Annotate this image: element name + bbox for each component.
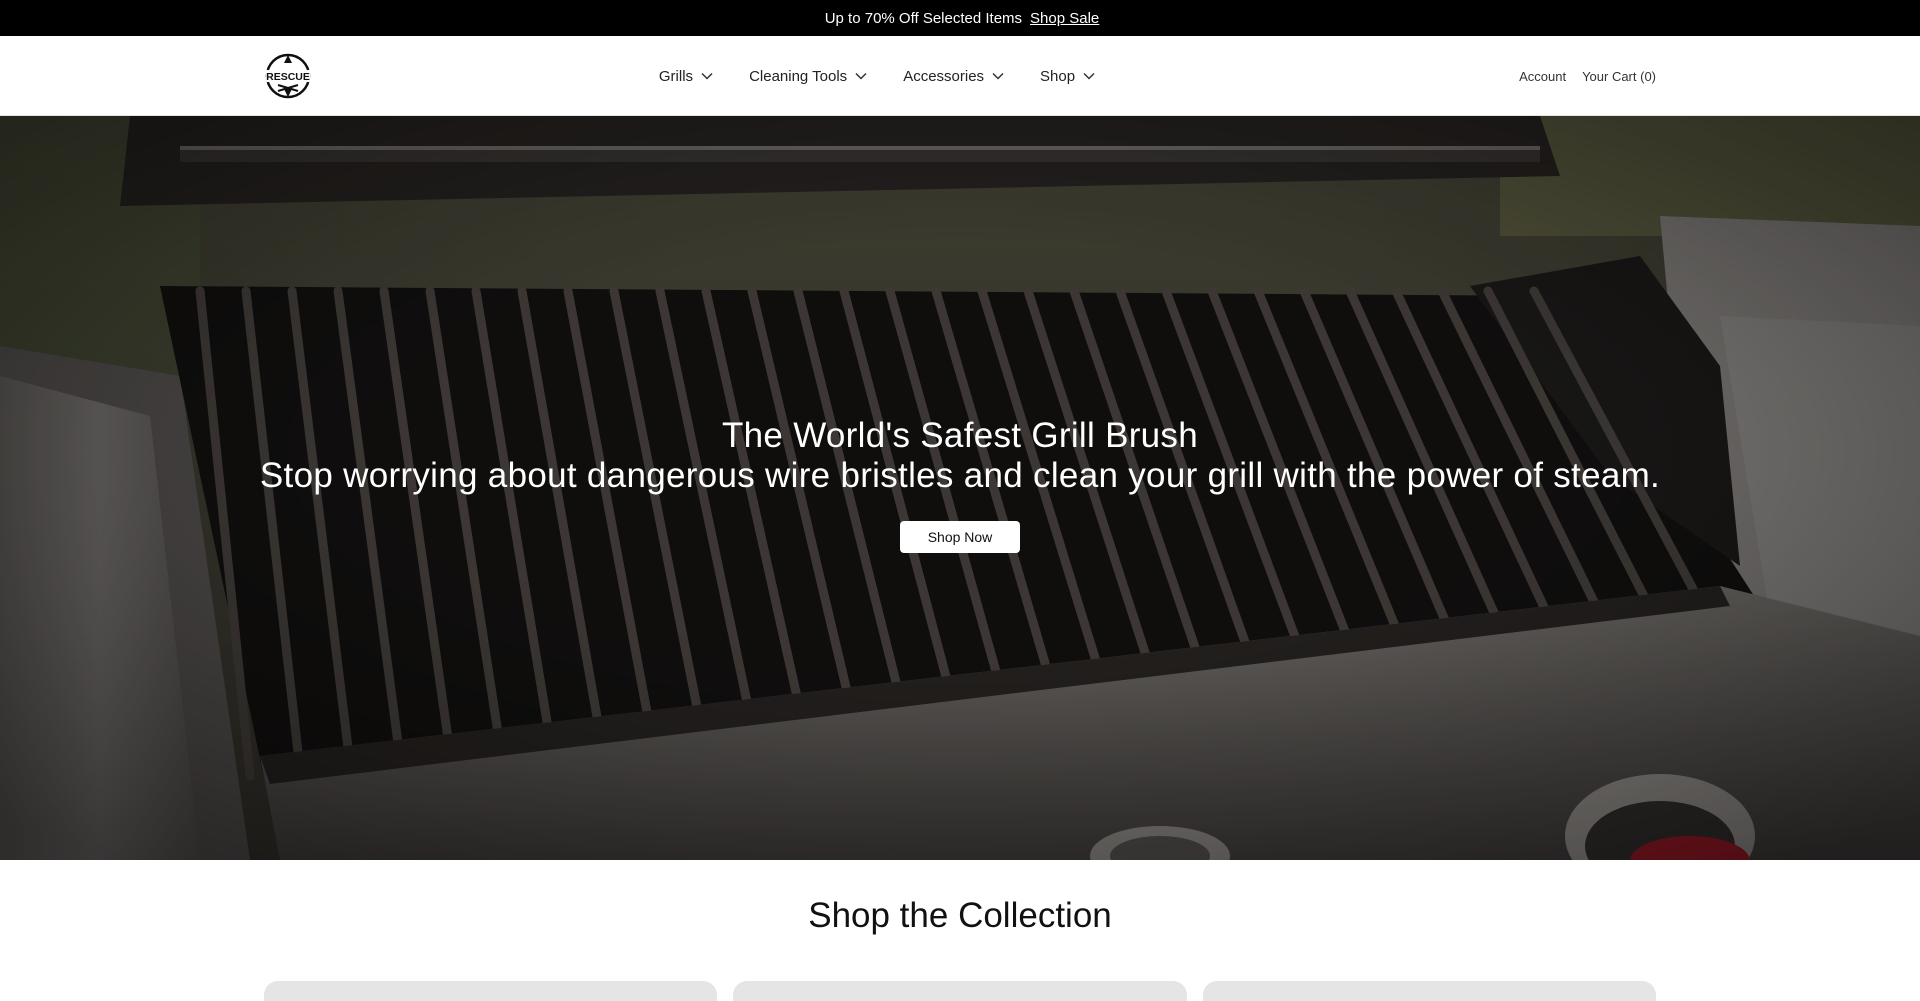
nav-item-label: Cleaning Tools [749, 67, 848, 85]
chevron-down-icon [855, 72, 867, 80]
nav-item-accessories[interactable]: Accessories [903, 68, 1004, 85]
hero-subtitle: Stop worrying about dangerous wire brist… [259, 456, 1661, 495]
hero-banner: The World's Safest Grill Brush Stop worr… [0, 116, 1920, 860]
logo-icon: RESCUE [265, 53, 311, 99]
logo-text: RESCUE [266, 71, 310, 83]
chevron-down-icon [1083, 72, 1095, 80]
cart-link[interactable]: Your Cart (0) [1582, 69, 1656, 84]
collection-title: Shop the Collection [808, 896, 1112, 935]
shop-now-button[interactable]: Shop Now [900, 521, 1020, 553]
nav-item-label: Grills [658, 67, 694, 85]
nav-item-shop[interactable]: Shop [1040, 68, 1095, 85]
shop-sale-link[interactable]: Shop Sale [1030, 10, 1099, 27]
announcement-text: Up to 70% Off Selected Items [824, 9, 1023, 27]
chevron-down-icon [992, 72, 1004, 80]
hero-title: The World's Safest Grill Brush [721, 416, 1198, 455]
announcement-bar: Up to 70% Off Selected Items Shop Sale [0, 0, 1920, 36]
nav-item-label: Shop [1040, 67, 1076, 85]
collection-card[interactable] [1202, 981, 1656, 1001]
nav-item-grills[interactable]: Grills [659, 68, 713, 85]
site-header: RESCUE Grills Cleaning Tools Accessories… [0, 36, 1920, 116]
rescue-logo[interactable]: RESCUE [264, 51, 312, 101]
hero-content: The World's Safest Grill Brush Stop worr… [0, 416, 1920, 553]
collection-cards [264, 981, 1656, 1001]
nav-item-label: Accessories [903, 67, 985, 85]
header-actions: Account Your Cart (0) [1519, 36, 1656, 116]
account-link[interactable]: Account [1519, 69, 1566, 84]
nav-item-cleaning-tools[interactable]: Cleaning Tools [749, 68, 867, 85]
chevron-down-icon [701, 72, 713, 80]
collection-card[interactable] [264, 981, 718, 1001]
collection-card[interactable] [733, 981, 1187, 1001]
